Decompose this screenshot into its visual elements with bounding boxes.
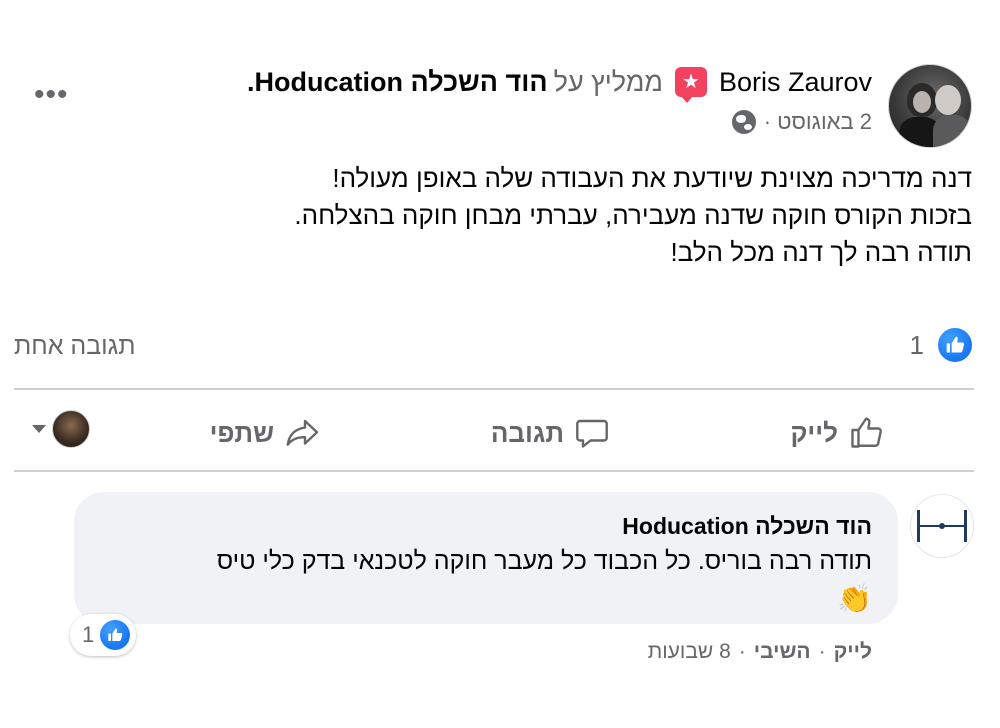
share-arrow-icon bbox=[286, 419, 319, 446]
comment-time[interactable]: 8 שבועות bbox=[648, 640, 731, 664]
reactions-summary[interactable]: 1 bbox=[910, 326, 974, 364]
hoducation-logo-icon bbox=[917, 510, 967, 542]
ellipsis-icon[interactable]: ••• bbox=[34, 80, 69, 110]
comment-reaction-count: 1 bbox=[82, 622, 95, 647]
like-reaction-icon bbox=[936, 326, 974, 364]
post-body-line: תודה רבה לך דנה מכל הלב! bbox=[670, 237, 972, 267]
comment-reply-button[interactable]: השיבי bbox=[754, 640, 811, 664]
separator: · bbox=[818, 640, 826, 663]
comment-author-link[interactable]: הוד השכלה Hoducation bbox=[100, 512, 872, 540]
like-button[interactable]: לייק bbox=[790, 410, 884, 456]
divider bbox=[14, 388, 974, 390]
like-count: 1 bbox=[909, 329, 924, 360]
comment-button[interactable]: תגובה bbox=[491, 410, 610, 456]
recommends-text: ממליץ על bbox=[553, 66, 663, 97]
clapping-hands-icon: 👏 bbox=[837, 583, 872, 614]
author-avatar[interactable] bbox=[888, 64, 972, 148]
divider bbox=[14, 470, 974, 472]
comment-like-button[interactable]: לייק bbox=[834, 640, 872, 664]
post-body: דנה מדריכה מצוינת שיודעת את העבודה שלה ב… bbox=[32, 160, 972, 271]
comment-bubble-icon bbox=[576, 419, 608, 448]
post-body-line: דנה מדריכה מצוינת שיודעת את העבודה שלה ב… bbox=[332, 163, 972, 193]
comment-actions: לייק · השיבי · 8 שבועות bbox=[648, 640, 872, 664]
comment-label: תגובה bbox=[490, 417, 564, 448]
separator: · bbox=[738, 640, 746, 663]
share-label: שתפי bbox=[209, 417, 274, 448]
post-meta: 2 באוגוסט · bbox=[731, 106, 872, 138]
chevron-down-icon bbox=[32, 425, 46, 433]
like-thumb-icon bbox=[851, 417, 882, 448]
avatar-figure bbox=[933, 115, 971, 147]
comment-bubble: הוד השכלה Hoducation תודה רבה בוריס. כל … bbox=[74, 492, 898, 624]
commenter-avatar[interactable] bbox=[910, 494, 974, 558]
share-button[interactable]: שתפי bbox=[210, 410, 320, 456]
like-reaction-icon bbox=[100, 620, 131, 650]
page-name-link[interactable]: הוד השכלה Hoducation. bbox=[247, 67, 548, 98]
viewer-avatar bbox=[52, 410, 90, 448]
comment-reactions[interactable]: 1 bbox=[70, 614, 137, 656]
globe-icon[interactable] bbox=[731, 110, 756, 134]
author-name-link[interactable]: Boris Zaurov bbox=[719, 67, 872, 98]
comment-text: תודה רבה בוריס. כל הכבוד כל מעבר חוקה לט… bbox=[216, 547, 872, 575]
comments-count[interactable]: תגובה אחת bbox=[14, 332, 136, 361]
recommend-star-icon: ★ bbox=[674, 67, 707, 103]
avatar-figure bbox=[935, 85, 961, 115]
like-label: לייק bbox=[790, 417, 838, 448]
post-header: הוד השכלה Hoducation. ממליץ על ★ Boris Z… bbox=[247, 64, 872, 103]
avatar-figure bbox=[913, 91, 931, 113]
post-date[interactable]: 2 באוגוסט · bbox=[764, 109, 872, 135]
audience-selector[interactable] bbox=[32, 410, 90, 448]
post-body-line: בזכות הקורס חוקה שדנה מעבירה, עברתי מבחן… bbox=[294, 200, 972, 230]
